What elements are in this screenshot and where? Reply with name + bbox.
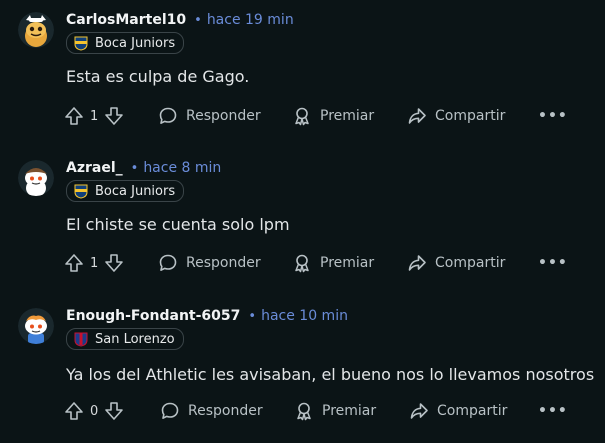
user-avatar[interactable] bbox=[18, 12, 54, 48]
comment-header: CarlosMartel10 • hace 19 min bbox=[66, 10, 294, 30]
flair-label: Boca Juniors bbox=[95, 183, 176, 199]
reply-button[interactable]: Responder bbox=[160, 399, 263, 423]
user-flair: Boca Juniors bbox=[66, 32, 185, 54]
share-button[interactable]: Compartir bbox=[407, 251, 505, 275]
upvote-arrow-icon[interactable] bbox=[64, 106, 84, 126]
award-ribbon-icon bbox=[295, 107, 309, 126]
downvote-arrow-icon[interactable] bbox=[104, 401, 124, 421]
upvote-arrow-icon[interactable] bbox=[64, 401, 84, 421]
award-button[interactable]: Premiar bbox=[294, 399, 376, 423]
comment-actions: 1 Responder Premiar Compartir ••• bbox=[64, 251, 567, 275]
share-label: Compartir bbox=[435, 255, 506, 271]
comment: CarlosMartel10 • hace 19 min Boca Junior… bbox=[0, 10, 605, 140]
username[interactable]: CarlosMartel10 bbox=[66, 12, 186, 28]
comment: Enough-Fondant-6057 • hace 10 min San Lo… bbox=[0, 306, 605, 436]
award-label: Premiar bbox=[320, 108, 375, 124]
timestamp[interactable]: hace 19 min bbox=[207, 12, 294, 28]
share-arrow-icon bbox=[408, 255, 426, 271]
vote-controls: 1 bbox=[64, 104, 124, 128]
flair-label: San Lorenzo bbox=[95, 331, 175, 347]
share-arrow-icon bbox=[408, 108, 426, 124]
user-flair: San Lorenzo bbox=[66, 328, 184, 350]
comment-text: Ya los del Athletic les avisaban, el bue… bbox=[66, 365, 595, 384]
reply-label: Responder bbox=[186, 108, 261, 124]
reply-label: Responder bbox=[186, 255, 261, 271]
comment-actions: 0 Responder Premiar Compartir ••• bbox=[64, 399, 567, 423]
share-label: Compartir bbox=[435, 108, 506, 124]
san-lorenzo-badge-icon bbox=[74, 332, 88, 347]
vote-count: 0 bbox=[90, 403, 99, 419]
comment-header: Enough-Fondant-6057 • hace 10 min bbox=[66, 306, 348, 326]
snoo-avatar-icon bbox=[18, 12, 54, 48]
comment-bubble-icon bbox=[159, 254, 177, 271]
comment-bubble-icon bbox=[161, 402, 179, 419]
user-avatar[interactable] bbox=[18, 308, 54, 344]
reply-label: Responder bbox=[188, 403, 263, 419]
vote-count: 1 bbox=[90, 255, 99, 271]
award-label: Premiar bbox=[320, 255, 375, 271]
downvote-arrow-icon[interactable] bbox=[104, 253, 124, 273]
vote-controls: 0 bbox=[64, 399, 124, 423]
more-options-button[interactable]: ••• bbox=[538, 399, 568, 423]
award-ribbon-icon bbox=[297, 402, 311, 421]
boca-juniors-badge-icon bbox=[74, 36, 88, 51]
flair-label: Boca Juniors bbox=[95, 35, 176, 51]
separator-dot: • bbox=[194, 12, 202, 28]
share-button[interactable]: Compartir bbox=[407, 104, 505, 128]
comment: Azrael_ • hace 8 min Boca Juniors El chi… bbox=[0, 158, 605, 288]
comment-text: Esta es culpa de Gago. bbox=[66, 67, 250, 86]
separator-dot: • bbox=[248, 308, 257, 324]
share-button[interactable]: Compartir bbox=[409, 399, 507, 423]
vote-count: 1 bbox=[90, 108, 99, 124]
more-options-button[interactable]: ••• bbox=[538, 251, 568, 275]
award-label: Premiar bbox=[322, 403, 377, 419]
separator-dot: • bbox=[130, 160, 139, 176]
snoo-avatar-icon bbox=[18, 160, 54, 196]
downvote-arrow-icon[interactable] bbox=[104, 106, 124, 126]
reply-button[interactable]: Responder bbox=[158, 251, 261, 275]
share-arrow-icon bbox=[410, 403, 428, 419]
comment-feed: CarlosMartel10 • hace 19 min Boca Junior… bbox=[0, 0, 605, 443]
user-avatar[interactable] bbox=[18, 160, 54, 196]
more-options-button[interactable]: ••• bbox=[538, 104, 568, 128]
comment-actions: 1 Responder Premiar Compartir ••• bbox=[64, 104, 567, 128]
timestamp[interactable]: hace 8 min bbox=[143, 160, 221, 176]
boca-juniors-badge-icon bbox=[74, 184, 88, 199]
award-button[interactable]: Premiar bbox=[292, 251, 374, 275]
share-label: Compartir bbox=[437, 403, 508, 419]
award-ribbon-icon bbox=[295, 254, 309, 273]
award-button[interactable]: Premiar bbox=[292, 104, 374, 128]
timestamp[interactable]: hace 10 min bbox=[261, 308, 348, 324]
username[interactable]: Enough-Fondant-6057 bbox=[66, 308, 240, 324]
comment-header: Azrael_ • hace 8 min bbox=[66, 158, 221, 178]
upvote-arrow-icon[interactable] bbox=[64, 253, 84, 273]
comment-text: El chiste se cuenta solo lpm bbox=[66, 215, 290, 234]
user-flair: Boca Juniors bbox=[66, 180, 185, 202]
comment-bubble-icon bbox=[159, 107, 177, 124]
vote-controls: 1 bbox=[64, 251, 124, 275]
snoo-avatar-icon bbox=[18, 308, 54, 344]
reply-button[interactable]: Responder bbox=[158, 104, 261, 128]
username[interactable]: Azrael_ bbox=[66, 160, 123, 176]
